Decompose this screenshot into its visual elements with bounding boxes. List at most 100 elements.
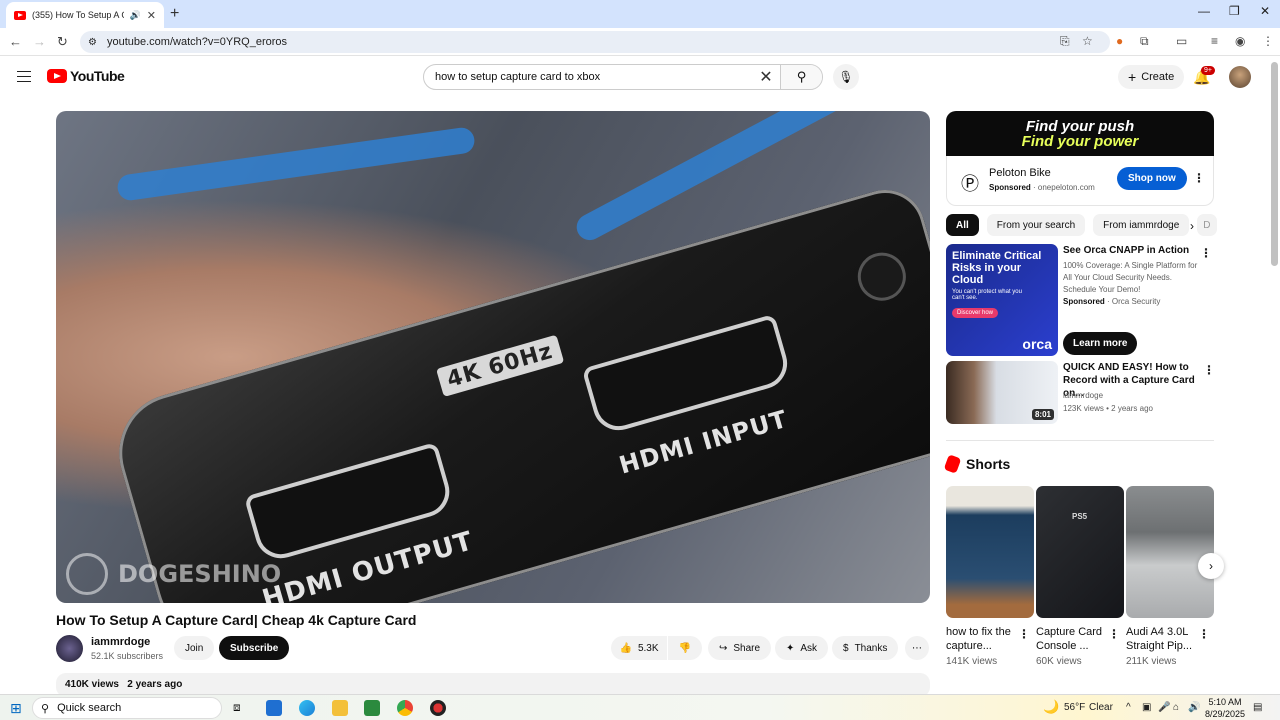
join-button[interactable]: Join — [174, 636, 215, 660]
forward-arrow-icon[interactable]: → — [33, 34, 46, 49]
share-arrow-icon: ↪ — [719, 642, 728, 654]
windows-start-icon[interactable]: ⊞ — [10, 700, 22, 717]
short-title[interactable]: Capture Card Console ... — [1036, 625, 1106, 653]
rec-video-menu-icon[interactable]: ⋮ — [1203, 363, 1215, 377]
speaker-icon[interactable]: 🔊 — [130, 10, 141, 21]
rec-menu-icon[interactable]: ⋮ — [1200, 246, 1212, 260]
extensions-puzzle-icon[interactable]: ⧉ — [1140, 34, 1149, 49]
youtube-logo[interactable]: YouTube — [47, 68, 125, 84]
reading-list-icon[interactable]: ≡ — [1211, 34, 1218, 48]
xbox-app-icon[interactable] — [364, 700, 380, 716]
sponsored-recommendation[interactable]: Eliminate Critical Risks in your Cloud Y… — [946, 244, 1214, 359]
short-item[interactable]: how to fix the capture... 141K views ⋮ — [946, 486, 1034, 667]
install-app-icon[interactable]: ⎘ — [1060, 34, 1070, 49]
shorts-next-chevron-icon[interactable]: › — [1198, 553, 1224, 579]
short-menu-icon[interactable]: ⋮ — [1108, 627, 1120, 641]
page-scrollbar[interactable] — [1271, 62, 1278, 266]
short-thumbnail[interactable] — [1126, 486, 1214, 618]
rec-video-channel[interactable]: iammrdoge — [1063, 390, 1103, 402]
short-thumbnail[interactable]: PS5 — [1036, 486, 1124, 618]
browser-menu-icon[interactable]: ⋮ — [1262, 34, 1274, 48]
notifications-icon[interactable]: ▤ — [1253, 702, 1262, 713]
orca-ad-thumbnail[interactable]: Eliminate Critical Risks in your Cloud Y… — [946, 244, 1058, 356]
ad-banner[interactable]: Find your push Find your power — [946, 111, 1214, 156]
short-menu-icon[interactable]: ⋮ — [1198, 627, 1210, 641]
task-view-icon[interactable]: ⧈ — [233, 700, 249, 716]
subscribe-button[interactable]: Subscribe — [219, 636, 290, 660]
site-info-icon[interactable]: ⚙ — [88, 37, 97, 48]
short-title[interactable]: Audi A4 3.0L Straight Pip... — [1126, 625, 1196, 653]
weather-condition[interactable]: Clear — [1089, 702, 1113, 713]
channel-name[interactable]: iammrdoge — [91, 636, 150, 648]
tray-app-icon[interactable]: ▣ — [1142, 702, 1151, 713]
short-item[interactable]: Audi A4 3.0L Straight Pip... 211K views … — [1126, 486, 1214, 667]
taskbar-search[interactable]: ⚲ Quick search — [32, 697, 222, 719]
label-4k60hz: 4K 60Hz — [436, 334, 565, 397]
cast-icon[interactable]: ▭ — [1176, 34, 1187, 48]
extension-icon[interactable]: ● — [1116, 34, 1123, 48]
volume-icon[interactable]: 🔊 — [1188, 702, 1200, 713]
rec-video-meta: 123K views • 2 years ago — [1063, 404, 1153, 413]
restore-icon[interactable]: ❐ — [1229, 4, 1240, 18]
chip-all[interactable]: All — [946, 214, 979, 236]
file-explorer-icon[interactable] — [332, 700, 348, 716]
close-window-icon[interactable]: ✕ — [1260, 4, 1270, 18]
learn-more-button[interactable]: Learn more — [1063, 332, 1138, 355]
chip-from-your-search[interactable]: From your search — [986, 214, 1086, 236]
video-title: How To Setup A Capture Card| Cheap 4k Ca… — [56, 612, 417, 628]
chips-next-chevron-icon[interactable]: › — [1190, 219, 1194, 233]
short-thumbnail[interactable] — [946, 486, 1034, 618]
chip-from-channel[interactable]: From iammrdoge — [1093, 214, 1190, 236]
rec-title[interactable]: See Orca CNAPP in Action — [1063, 244, 1198, 257]
back-arrow-icon[interactable]: ← — [9, 34, 22, 49]
address-bar[interactable]: ⚙ youtube.com/watch?v=0YRQ_eroros — [80, 31, 1110, 53]
share-button[interactable]: ↪ Share — [708, 636, 772, 660]
search-button[interactable]: ⚲ — [780, 65, 822, 89]
youtube-play-icon — [47, 69, 67, 83]
capture-card-device: 4K 60Hz HDMI OUTPUT HDMI INPUT — [105, 180, 930, 603]
store-app-icon[interactable] — [266, 700, 282, 716]
chrome-browser-icon[interactable] — [397, 700, 413, 716]
rec-video-thumbnail[interactable]: 8:01 — [946, 361, 1058, 424]
hamburger-menu-icon[interactable] — [17, 71, 31, 82]
voice-search-mic-icon[interactable]: 🎙 — [833, 64, 859, 90]
microphone-icon[interactable]: 🎤 — [1158, 702, 1170, 713]
clear-search-icon[interactable]: ✕ — [752, 67, 780, 87]
short-title[interactable]: how to fix the capture... — [946, 625, 1016, 653]
short-item[interactable]: PS5 Capture Card Console ... 60K views ⋮ — [1036, 486, 1124, 667]
create-button[interactable]: + Create — [1118, 65, 1185, 89]
thanks-button[interactable]: $ Thanks — [832, 636, 899, 660]
more-actions-icon[interactable]: ⋯ — [905, 636, 929, 660]
close-tab-icon[interactable]: ✕ — [147, 9, 156, 22]
dislike-button[interactable]: 👎 — [668, 636, 702, 660]
short-views: 211K views — [1126, 656, 1177, 667]
screw — [852, 246, 912, 307]
app-icon[interactable] — [430, 700, 446, 716]
like-button[interactable]: 👍 5.3K — [611, 636, 667, 660]
peloton-ad[interactable]: Find your push Find your power Ⓟ Peloton… — [946, 111, 1214, 206]
short-menu-icon[interactable]: ⋮ — [1018, 627, 1030, 641]
chip-truncated[interactable]: D — [1197, 214, 1218, 236]
recommended-video[interactable]: 8:01 QUICK AND EASY! How to Record with … — [946, 361, 1215, 424]
channel-avatar[interactable] — [56, 635, 83, 662]
video-player[interactable]: 4K 60Hz HDMI OUTPUT HDMI INPUT DOGESHINO — [56, 111, 930, 603]
shop-now-button[interactable]: Shop now — [1117, 167, 1187, 190]
ad-menu-icon[interactable]: ⋮ — [1193, 171, 1205, 185]
weather-moon-icon[interactable]: 🌙 — [1043, 699, 1059, 715]
clock-time: 5:10 AM — [1208, 697, 1242, 707]
bookmark-star-icon[interactable]: ☆ — [1082, 34, 1093, 48]
tray-chevron-icon[interactable]: ^ — [1126, 702, 1131, 713]
profile-icon[interactable]: ◉ — [1235, 34, 1245, 48]
weather-temp[interactable]: 56°F — [1064, 702, 1085, 713]
new-tab-button[interactable]: + — [170, 5, 179, 23]
thumbs-up-icon: 👍 — [619, 642, 632, 654]
account-avatar[interactable] — [1229, 66, 1251, 88]
reload-icon[interactable]: ↻ — [57, 34, 68, 50]
network-icon[interactable]: ⌂ — [1173, 702, 1179, 713]
system-clock[interactable]: 5:10 AM 8/29/2025 — [1205, 696, 1245, 720]
minimize-icon[interactable]: — — [1198, 4, 1210, 18]
browser-tab-active[interactable]: (355) How To Setup A Capt 🔊 ✕ — [6, 2, 164, 28]
edge-browser-icon[interactable] — [299, 700, 315, 716]
ask-button[interactable]: ✦ Ask — [775, 636, 829, 660]
search-input[interactable] — [424, 71, 752, 83]
